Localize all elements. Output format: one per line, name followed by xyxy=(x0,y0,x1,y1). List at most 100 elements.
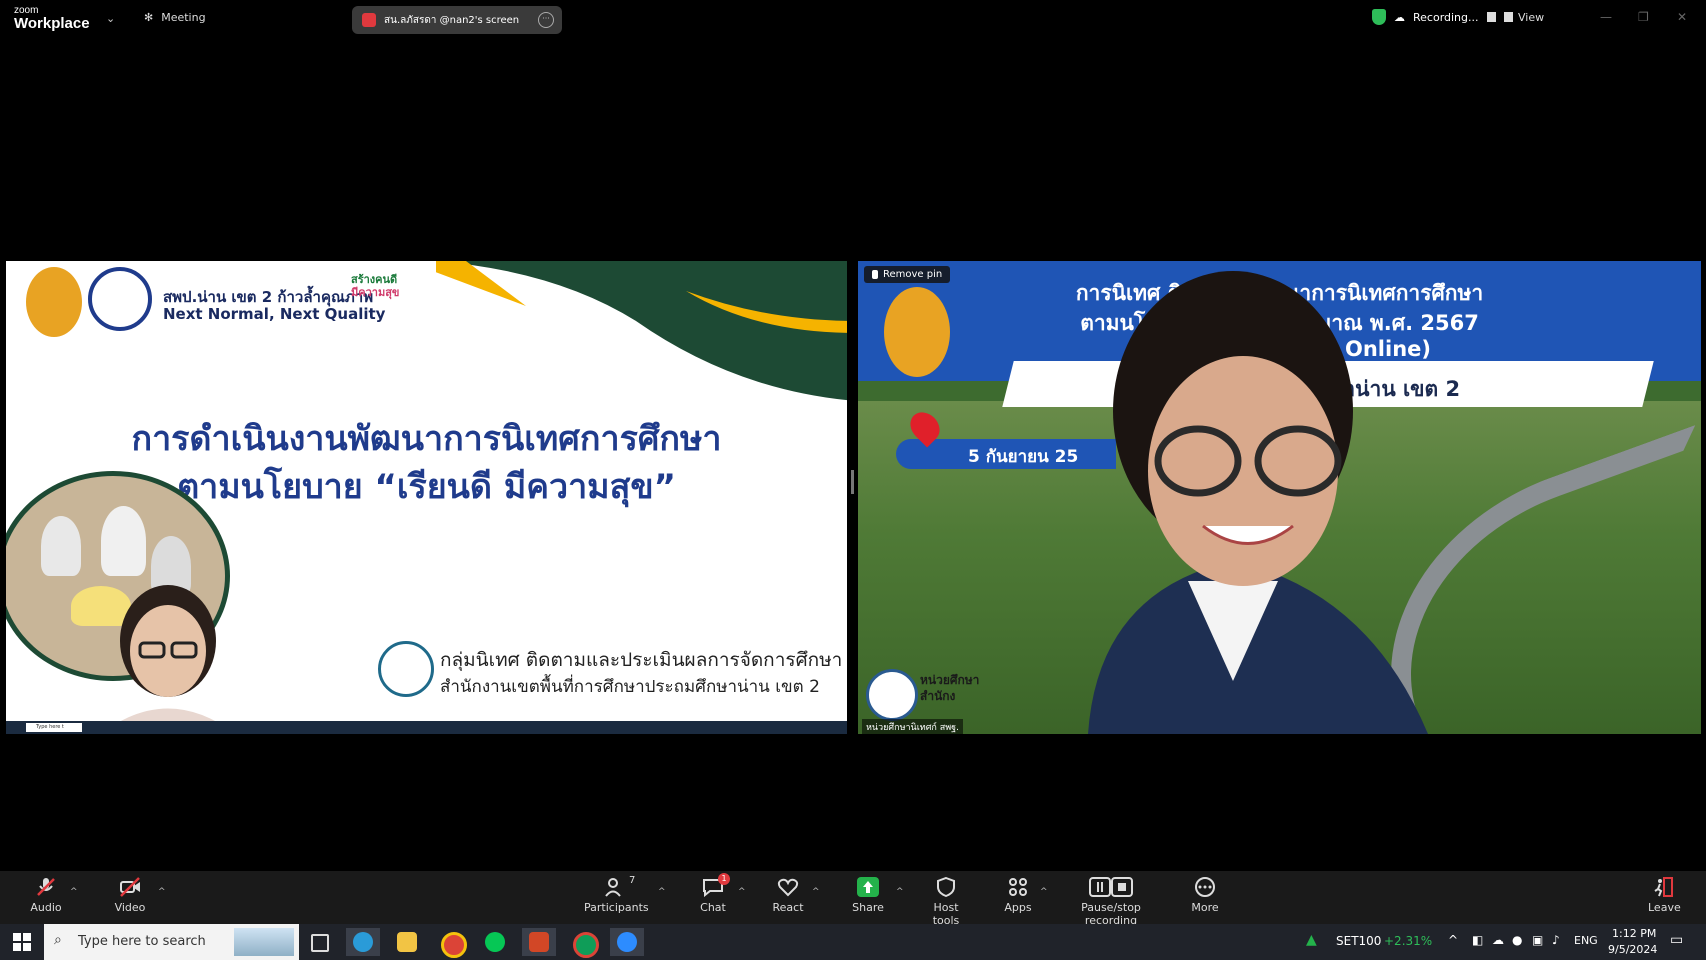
file-explorer-icon[interactable] xyxy=(390,928,424,956)
stock-name[interactable]: SET100 xyxy=(1336,934,1381,948)
onedrive-icon[interactable]: ☁ xyxy=(1492,933,1504,947)
minimize-icon[interactable]: — xyxy=(1600,10,1612,24)
clock-time[interactable]: 1:12 PM xyxy=(1612,927,1656,940)
share-options-caret[interactable]: ^ xyxy=(896,887,904,897)
edge-icon[interactable] xyxy=(346,928,380,956)
apps-options-caret[interactable]: ^ xyxy=(1040,887,1048,897)
screen-share-indicator[interactable]: สน.ลภัสรดา @nan2's screen ··· xyxy=(352,6,562,34)
participants-count: 7 xyxy=(629,875,636,886)
chevron-down-icon[interactable]: ⌄ xyxy=(106,12,115,25)
line-app-icon[interactable] xyxy=(478,928,512,956)
slide-title-line1: การดำเนินงานพัฒนาการนิเทศการศึกษา xyxy=(131,419,722,459)
shield-icon-host xyxy=(935,876,957,898)
remote-taskbar: Type here t xyxy=(6,721,847,734)
tray-expand-icon[interactable]: ^ xyxy=(1448,933,1458,947)
language-indicator[interactable]: ENG xyxy=(1574,934,1598,947)
apps-button[interactable]: Apps xyxy=(1002,877,1034,914)
muted-mic-icon xyxy=(35,877,57,897)
network-icon[interactable]: ▣ xyxy=(1532,933,1543,947)
happy-badge-line1: สร้างคนดี xyxy=(351,273,398,286)
apps-icon xyxy=(1007,877,1029,897)
participants-label: Participants xyxy=(584,901,649,914)
stock-change: +2.31% xyxy=(1384,934,1433,948)
participants-options-caret[interactable]: ^ xyxy=(658,887,666,897)
recording-label: Recording... xyxy=(1413,10,1479,24)
pause-recording-icon[interactable] xyxy=(1486,12,1496,22)
share-screen-icon xyxy=(857,877,879,897)
maximize-icon[interactable]: ❐ xyxy=(1638,10,1649,24)
host-tools-button[interactable]: Host tools xyxy=(920,876,972,927)
stock-chart-icon: ▲ xyxy=(1306,932,1317,948)
pause-stop-icon xyxy=(1089,877,1133,897)
chrome-profile-icon[interactable] xyxy=(566,928,600,958)
audio-button[interactable]: Audio xyxy=(28,877,64,914)
chat-label: Chat xyxy=(700,901,726,914)
cloud-icon: ☁ xyxy=(1394,10,1405,24)
chat-options-caret[interactable]: ^ xyxy=(738,887,746,897)
pin-icon xyxy=(872,270,878,279)
shared-screen-tile[interactable]: สพป.น่าน เขต 2 ก้าวล้ำคุณภาพ Next Normal… xyxy=(6,261,847,734)
video-off-icon xyxy=(119,877,141,897)
audio-label: Audio xyxy=(30,901,62,914)
heart-icon xyxy=(777,877,799,897)
split-handle[interactable] xyxy=(851,470,854,494)
close-icon[interactable]: ✕ xyxy=(1677,10,1687,24)
zoom-taskbar-icon[interactable] xyxy=(610,928,644,956)
meeting-toolbar: Audio ^ Video ^ 7 Participants ^ 1 Chat … xyxy=(0,871,1706,927)
remove-pin-label: Remove pin xyxy=(883,269,943,280)
react-button[interactable]: React xyxy=(772,877,804,914)
microphone-icon[interactable]: ● xyxy=(1512,933,1522,947)
participants-button[interactable]: 7 Participants xyxy=(584,875,649,914)
chat-badge: 1 xyxy=(718,873,730,885)
windows-taskbar: ⌕ Type here to search ▲ SET100 +2.31% ^ … xyxy=(0,924,1706,960)
volume-icon[interactable]: ♪ xyxy=(1552,933,1560,947)
leave-button[interactable]: Leave xyxy=(1648,877,1681,914)
share-label: สน.ลภัสรดา @nan2's screen xyxy=(384,14,520,26)
meeting-icon: ✻ xyxy=(144,11,154,24)
react-options-caret[interactable]: ^ xyxy=(812,887,820,897)
meeting-stage: สพป.น่าน เขต 2 ก้าวล้ำคุณภาพ Next Normal… xyxy=(0,40,1706,871)
stop-recording-icon[interactable] xyxy=(1503,12,1513,22)
meet-now-icon[interactable]: ◧ xyxy=(1472,933,1483,947)
ministry-seal-right xyxy=(884,287,950,377)
presenter-video xyxy=(100,585,236,734)
share-status-icon xyxy=(362,13,376,27)
audio-options-caret[interactable]: ^ xyxy=(70,887,78,897)
video-button[interactable]: Video xyxy=(112,877,148,914)
clock-date[interactable]: 9/5/2024 xyxy=(1608,943,1657,956)
dept-line1: กลุ่มนิเทศ ติดตามและประเมินผลการจัดการศึ… xyxy=(440,649,843,671)
participants-icon: 7 xyxy=(605,875,635,897)
pinned-participant-tile[interactable]: การนิเทศ ติดต งานพัฒนาการนิเทศการศึกษา ต… xyxy=(858,261,1701,734)
more-button[interactable]: More xyxy=(1190,877,1220,914)
happy-badge: สร้างคนดี มีความสุข xyxy=(351,273,399,299)
meeting-label: Meeting xyxy=(161,11,206,24)
search-placeholder: Type here to search xyxy=(78,934,206,949)
notifications-icon[interactable]: ▭ xyxy=(1670,932,1683,948)
windows-start-icon[interactable] xyxy=(13,933,31,951)
chrome-icon[interactable] xyxy=(434,928,468,958)
more-icon[interactable]: ··· xyxy=(538,12,554,28)
more-label: More xyxy=(1191,901,1219,914)
remote-search-box: Type here t xyxy=(26,723,82,732)
obec-logo xyxy=(88,267,152,331)
search-icon: ⌕ xyxy=(54,932,62,948)
pause-stop-recording-button[interactable]: Pause/stop recording xyxy=(1058,877,1164,927)
meeting-info-button[interactable]: ✻ Meeting xyxy=(144,11,206,24)
video-options-caret[interactable]: ^ xyxy=(158,887,166,897)
react-label: React xyxy=(772,901,804,914)
share-button[interactable]: Share xyxy=(852,877,884,914)
powerpoint-icon[interactable] xyxy=(522,928,556,956)
taskbar-search-box[interactable]: ⌕ Type here to search xyxy=(44,924,299,960)
recording-indicator: ☁ Recording... xyxy=(1372,9,1513,25)
org-line2: Next Normal, Next Quality xyxy=(163,305,386,323)
logo-big-text: Workplace xyxy=(14,15,90,32)
view-button[interactable]: View xyxy=(1518,11,1544,24)
ministry-seal xyxy=(26,267,82,337)
task-view-icon[interactable] xyxy=(302,928,336,956)
more-dots-icon xyxy=(1194,877,1216,897)
participant-name-tag: หน่วยศึกษานิเทศก์ สพฐ. xyxy=(862,719,963,734)
chat-button[interactable]: 1 Chat xyxy=(698,873,730,914)
supervision-unit-text: หน่วยศึกษา สำนักง xyxy=(920,673,979,704)
video-label: Video xyxy=(114,901,146,914)
remove-pin-button[interactable]: Remove pin xyxy=(864,266,951,283)
